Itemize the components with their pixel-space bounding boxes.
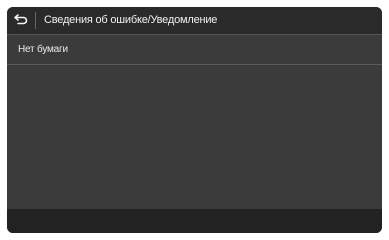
error-notification-panel: Сведения об ошибке/Уведомление Нет бумаг… (7, 7, 382, 233)
header-divider (35, 12, 36, 29)
page-title: Сведения об ошибке/Уведомление (44, 14, 218, 26)
back-button[interactable] (7, 7, 35, 34)
back-arrow-icon (14, 12, 28, 30)
list-item-no-paper[interactable]: Нет бумаги (7, 35, 382, 65)
device-screen: Сведения об ошибке/Уведомление Нет бумаг… (0, 0, 389, 240)
title-bar: Сведения об ошибке/Уведомление (7, 7, 382, 35)
list-empty-area (7, 65, 382, 209)
footer-bar (7, 209, 382, 233)
list-item-label: Нет бумаги (18, 44, 68, 55)
